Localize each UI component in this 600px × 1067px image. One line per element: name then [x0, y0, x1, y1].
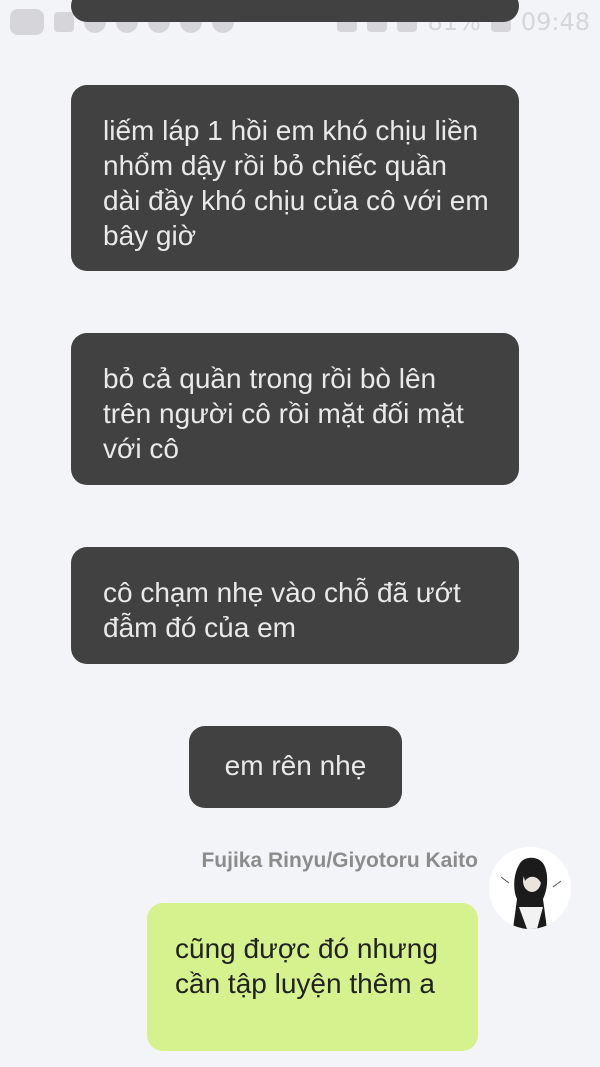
reply-text: cũng được đó nhưng cần tập luyện thêm a — [175, 933, 438, 999]
avatar[interactable] — [489, 847, 571, 929]
message-bubble[interactable]: em rên nhẹ — [189, 726, 402, 808]
avatar-image — [489, 847, 571, 929]
previous-message-bubble — [71, 0, 519, 22]
sender-name: Fujika Rinyu/Giyotoru Kaito — [201, 849, 478, 872]
message-text: bỏ cả quần trong rồi bò lên trên người c… — [103, 363, 464, 464]
message-bubble[interactable]: cô chạm nhẹ vào chỗ đã ướt đẫm đó của em — [71, 547, 519, 664]
message-bubble[interactable]: bỏ cả quần trong rồi bò lên trên người c… — [71, 333, 519, 485]
notification-icon — [54, 12, 74, 32]
message-bubble[interactable]: liếm láp 1 hồi em khó chịu liền nhổm dậy… — [71, 85, 519, 271]
message-text: em rên nhẹ — [224, 750, 367, 781]
clock: 09:48 — [520, 8, 590, 36]
message-text: cô chạm nhẹ vào chỗ đã ướt đẫm đó của em — [103, 577, 461, 643]
reply-bubble[interactable]: cũng được đó nhưng cần tập luyện thêm a — [147, 903, 478, 1051]
message-text: liếm láp 1 hồi em khó chịu liền nhổm dậy… — [103, 115, 489, 251]
message-notification-icon — [10, 9, 44, 35]
